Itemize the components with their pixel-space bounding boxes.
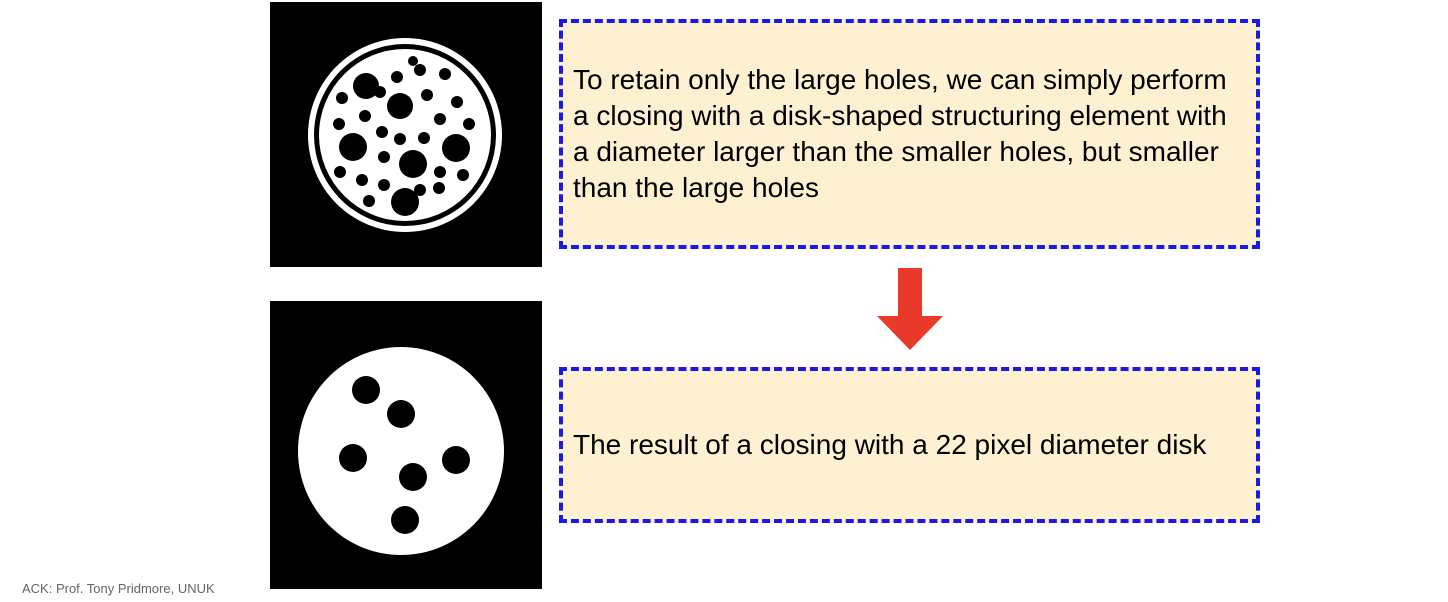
closing-result-graphic — [270, 301, 542, 589]
explanation-callout: To retain only the large holes, we can s… — [559, 19, 1260, 249]
original-image-graphic — [270, 2, 542, 267]
arrow-down-icon — [877, 268, 943, 352]
original-image — [270, 2, 542, 267]
acknowledgement-text: ACK: Prof. Tony Pridmore, UNUK — [22, 581, 215, 596]
result-text: The result of a closing with a 22 pixel … — [573, 429, 1207, 460]
result-callout: The result of a closing with a 22 pixel … — [559, 367, 1260, 523]
arrow-down-graphic — [877, 268, 943, 350]
explanation-text: To retain only the large holes, we can s… — [573, 64, 1227, 203]
closing-result-image — [270, 301, 542, 589]
